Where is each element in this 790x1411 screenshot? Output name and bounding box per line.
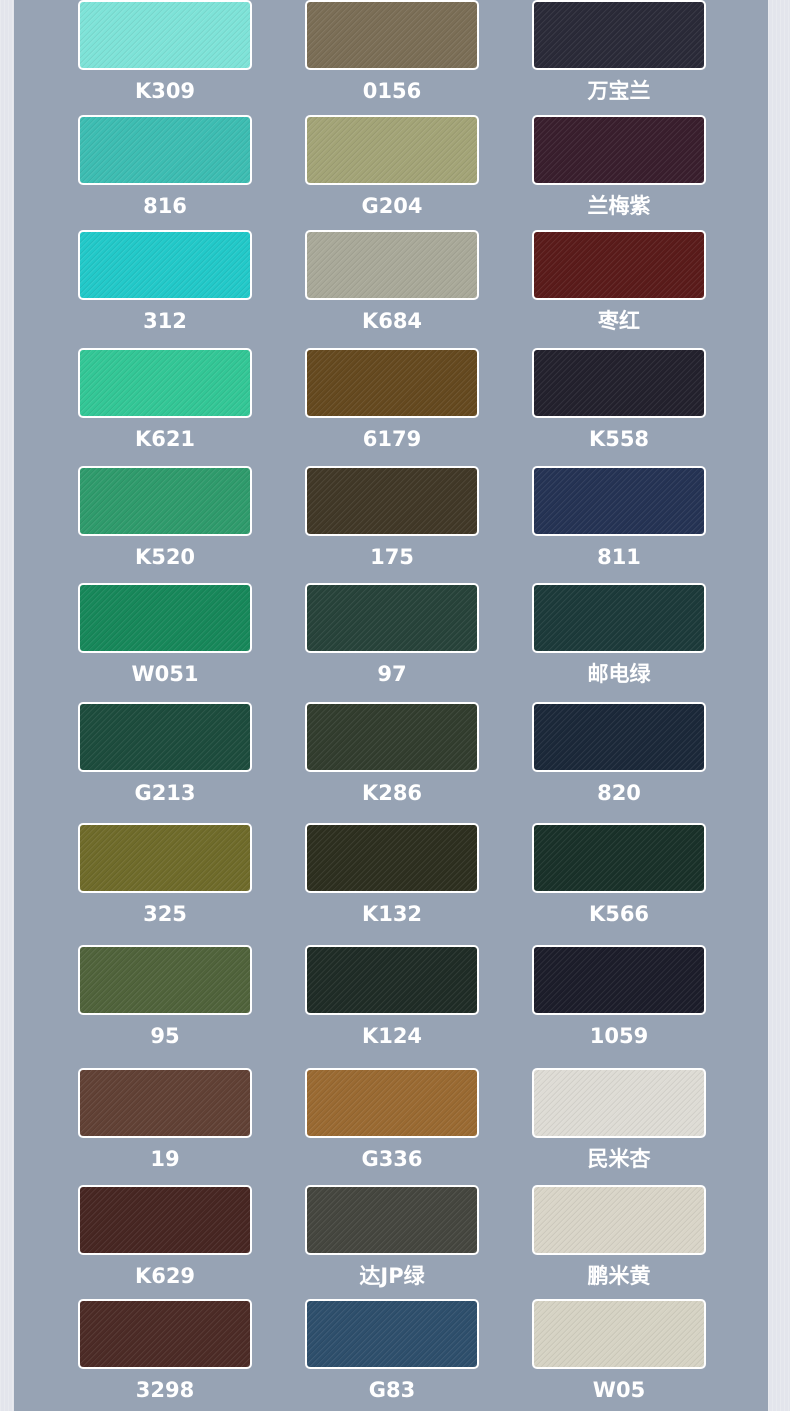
fabric-swatch [305,945,479,1015]
fabric-swatch [78,230,252,300]
swatch-label: 0156 [362,79,422,103]
swatch-label: 820 [597,781,641,805]
fabric-swatch [78,702,252,772]
swatch-label: G213 [134,781,196,805]
fabric-swatch [78,348,252,418]
fabric-swatch [532,230,706,300]
fabric-swatch [305,0,479,70]
swatch-label: G204 [361,194,423,218]
fabric-swatch [78,466,252,536]
swatch-label: 6179 [362,427,422,451]
fabric-swatch [532,945,706,1015]
fabric-swatch [532,1299,706,1369]
swatch-label: 民米杏 [587,1147,651,1171]
fabric-swatch [532,702,706,772]
fabric-swatch [305,1185,479,1255]
swatch-label: G336 [361,1147,423,1171]
swatch-label: 达JP绿 [359,1264,425,1288]
fabric-swatch [78,583,252,653]
fabric-swatch [305,466,479,536]
fabric-swatch [78,945,252,1015]
fabric-swatch [305,1068,479,1138]
fabric-swatch [78,1185,252,1255]
swatch-label: K566 [588,902,650,926]
swatch-label: K124 [361,1024,423,1048]
swatch-label: 312 [143,309,187,333]
swatch-label: 兰梅紫 [587,194,651,218]
swatch-label: K629 [134,1264,196,1288]
fabric-swatch [78,823,252,893]
fabric-swatch [305,230,479,300]
fabric-swatch [532,115,706,185]
fabric-swatch [532,466,706,536]
swatch-label: 19 [150,1147,180,1171]
swatch-label: 邮电绿 [587,662,651,686]
swatch-label: G83 [368,1378,416,1402]
swatch-label: 95 [150,1024,180,1048]
swatch-label: 811 [597,545,641,569]
swatch-label: W051 [131,662,199,686]
fabric-swatch [532,823,706,893]
swatch-label: K309 [134,79,196,103]
fabric-swatch [305,1299,479,1369]
fabric-swatch [78,115,252,185]
swatch-label: 1059 [589,1024,649,1048]
swatch-label: 3298 [135,1378,195,1402]
fabric-swatch [305,348,479,418]
fabric-swatch [78,1068,252,1138]
swatch-label: K286 [361,781,423,805]
fabric-swatch [532,583,706,653]
fabric-swatch [305,583,479,653]
swatch-label: 175 [370,545,414,569]
swatch-label: K621 [134,427,196,451]
swatch-label: 万宝兰 [587,79,651,103]
fabric-swatch [532,1068,706,1138]
page-background: K309 0156 万宝兰 816 G204 兰梅紫 312 K684 枣红 K621 6179 K5… [0,0,790,1411]
swatch-label: 816 [143,194,187,218]
swatch-label: 97 [377,662,407,686]
swatch-label: 325 [143,902,187,926]
fabric-swatch [305,702,479,772]
fabric-swatch [305,115,479,185]
fabric-swatch [305,823,479,893]
fabric-swatch [532,0,706,70]
fabric-swatch [532,1185,706,1255]
swatch-label: K520 [134,545,196,569]
swatch-label: 枣红 [598,309,640,333]
swatch-label: W05 [592,1378,646,1402]
fabric-swatch [78,0,252,70]
swatch-label: K684 [361,309,423,333]
color-card-panel: K309 0156 万宝兰 816 G204 兰梅紫 312 K684 枣红 K621 6179 K5… [14,0,768,1411]
swatch-label: K132 [361,902,423,926]
fabric-swatch [78,1299,252,1369]
swatch-label: 鹏米黄 [587,1264,651,1288]
fabric-swatch [532,348,706,418]
swatch-label: K558 [588,427,650,451]
